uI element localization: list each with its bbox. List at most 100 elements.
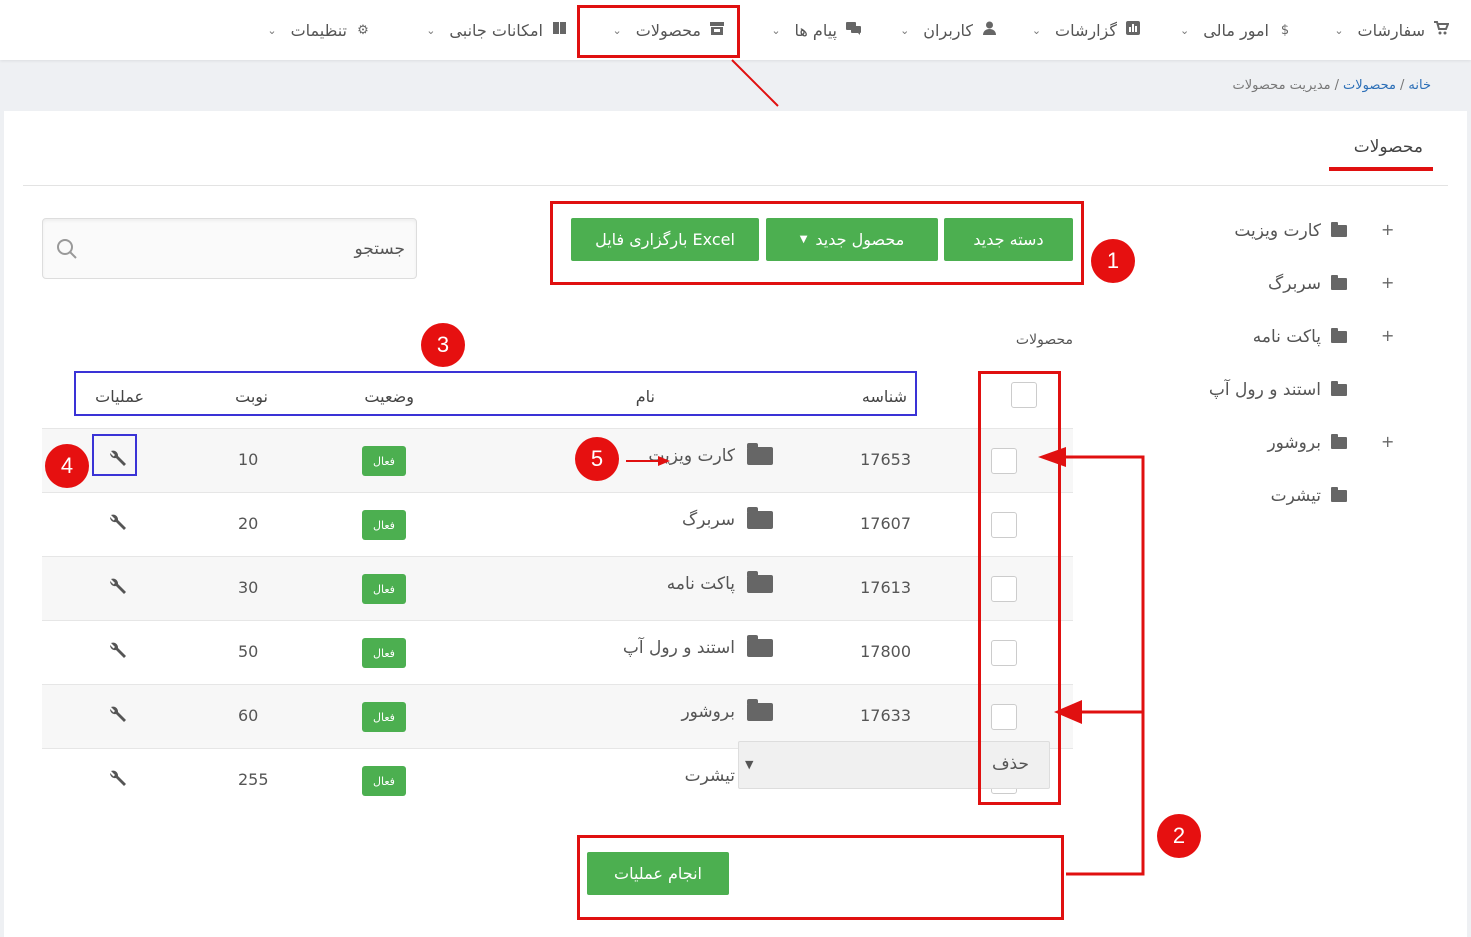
header-order: نوبت: [235, 387, 268, 406]
wrench-icon[interactable]: [108, 449, 128, 469]
search-icon[interactable]: [57, 239, 77, 259]
bulk-action-select[interactable]: حذف ▼: [738, 741, 1050, 789]
expand-plus-icon[interactable]: +: [1381, 326, 1395, 345]
tree-item-letterhead[interactable]: سربرگ: [1268, 269, 1347, 299]
annotation-marker-3: 3: [421, 323, 465, 367]
tree-item-tshirt[interactable]: تیشرت: [1271, 481, 1347, 511]
wrench-icon[interactable]: [108, 769, 128, 789]
header-name: نام: [635, 387, 655, 406]
expand-plus-icon[interactable]: +: [1381, 273, 1395, 292]
row-name-link[interactable]: بروشور: [681, 699, 773, 722]
select-all-checkbox[interactable]: [1011, 382, 1037, 408]
folder-icon: [747, 571, 773, 593]
row-order: 60: [238, 706, 259, 725]
user-icon: [981, 21, 997, 39]
expand-plus-icon[interactable]: +: [1381, 220, 1395, 239]
chevron-down-icon: ⌄: [900, 23, 910, 37]
folder-icon: [747, 699, 773, 721]
caret-down-icon: ▼: [745, 758, 754, 771]
chevron-down-icon: ⌄: [1031, 23, 1042, 37]
row-name: کارت ویزیت: [648, 446, 735, 466]
store-icon: [709, 21, 725, 39]
breadcrumb: خانه / محصولات / مدیریت محصولات: [1233, 78, 1431, 93]
row-id: 17613: [860, 578, 911, 597]
tree-item-brochure[interactable]: بروشور: [1267, 428, 1347, 458]
nav-item-reports[interactable]: گزارشات ⌄: [1032, 14, 1141, 46]
nav-item-finance[interactable]: $ امور مالی ⌄: [1180, 14, 1293, 46]
annotation-marker-4: 4: [45, 444, 89, 488]
table-row: 17633 بروشور فعال 60: [42, 684, 1073, 748]
wrench-icon[interactable]: [108, 641, 128, 661]
nav-item-orders[interactable]: سفارشات ⌄: [1334, 14, 1449, 46]
row-name: سربرگ: [682, 510, 735, 530]
row-name: بروشور: [681, 702, 735, 722]
button-label: بارگزاری فایل Excel: [595, 230, 735, 249]
tree-item-label: استند و رول آپ: [1208, 380, 1321, 400]
breadcrumb-home-link[interactable]: خانه: [1408, 78, 1431, 93]
folder-icon: [747, 443, 773, 465]
chevron-down-icon: ⌄: [1180, 23, 1190, 37]
row-checkbox[interactable]: [991, 640, 1017, 666]
tab-active-underline: [1329, 167, 1433, 171]
status-badge: فعال: [362, 446, 406, 476]
wrench-icon[interactable]: [108, 513, 128, 533]
tree-item-label: پاکت نامه: [1252, 327, 1321, 347]
row-order: 30: [238, 578, 259, 597]
chevron-down-icon: ⌄: [426, 23, 436, 37]
nav-item-messages[interactable]: پیام ها ⌄: [771, 14, 861, 46]
row-name: پاکت نامه: [666, 574, 735, 594]
new-category-button[interactable]: دسته جدید: [944, 218, 1073, 261]
row-checkbox[interactable]: [991, 576, 1017, 602]
row-name-link[interactable]: پاکت نامه: [666, 571, 773, 594]
folder-icon: [1331, 434, 1347, 449]
table-row: 17800 استند و رول آپ فعال 50: [42, 620, 1073, 684]
gear-icon: ⚙: [357, 22, 369, 38]
status-badge: فعال: [362, 702, 406, 732]
chevron-down-icon: ⌄: [1334, 23, 1344, 37]
row-order: 50: [238, 642, 259, 661]
tree-item-envelope[interactable]: پاکت نامه: [1253, 322, 1347, 352]
breadcrumb-products-link[interactable]: محصولات: [1343, 78, 1396, 93]
folder-icon: [1331, 487, 1347, 502]
row-name-link[interactable]: سربرگ: [682, 507, 773, 530]
breadcrumb-current: مدیریت محصولات: [1232, 78, 1331, 93]
row-checkbox[interactable]: [991, 512, 1017, 538]
button-label: انجام عملیات: [614, 864, 702, 883]
folder-icon: [1331, 381, 1347, 396]
message-icon: [845, 21, 861, 39]
row-checkbox[interactable]: [991, 448, 1017, 474]
tree-item-stand-rollup[interactable]: استند و رول آپ: [1209, 375, 1347, 405]
upload-excel-button[interactable]: بارگزاری فایل Excel: [571, 218, 759, 261]
tab-products[interactable]: محصولات: [1354, 137, 1423, 157]
nav-label: محصولات: [635, 20, 701, 40]
expand-plus-icon[interactable]: +: [1381, 432, 1395, 451]
row-id: 17633: [860, 706, 911, 725]
nav-label: پیام ها: [794, 20, 837, 40]
annotation-marker-1: 1: [1091, 239, 1135, 283]
apply-bulk-action-button[interactable]: انجام عملیات: [587, 852, 729, 895]
annotation-marker-2: 2: [1157, 814, 1201, 858]
row-name-link[interactable]: استند و رول آپ: [622, 635, 773, 658]
search-input[interactable]: [93, 231, 405, 267]
tree-item-business-card[interactable]: کارت ویزیت: [1234, 216, 1347, 246]
wrench-icon[interactable]: [108, 577, 128, 597]
report-icon: [1125, 21, 1141, 39]
new-product-button[interactable]: ▼ محصول جدید: [766, 218, 938, 261]
row-checkbox[interactable]: [991, 704, 1017, 730]
top-navigation: سفارشات ⌄ $ امور مالی ⌄ گزارشات ⌄ کاربرا…: [0, 0, 1471, 60]
tree-item-label: بروشور: [1267, 433, 1321, 453]
wrench-icon[interactable]: [108, 705, 128, 725]
row-name-link[interactable]: کارت ویزیت: [648, 443, 773, 466]
nav-item-addons[interactable]: امکانات جانبی ⌄: [426, 14, 567, 46]
nav-label: گزارشات: [1055, 20, 1117, 40]
row-name: استند و رول آپ: [622, 638, 735, 658]
chevron-down-icon: ⌄: [267, 23, 277, 37]
nav-item-settings[interactable]: ⚙ تنظیمات ⌄: [267, 14, 371, 46]
button-label: محصول جدید: [815, 230, 905, 249]
nav-item-users[interactable]: کاربران ⌄: [900, 14, 997, 46]
nav-item-products[interactable]: محصولات ⌄: [613, 14, 725, 46]
table-row: 17613 پاکت نامه فعال 30: [42, 556, 1073, 620]
row-order: 10: [238, 450, 259, 469]
row-id: 17800: [860, 642, 911, 661]
tree-item-label: تیشرت: [1270, 486, 1321, 506]
